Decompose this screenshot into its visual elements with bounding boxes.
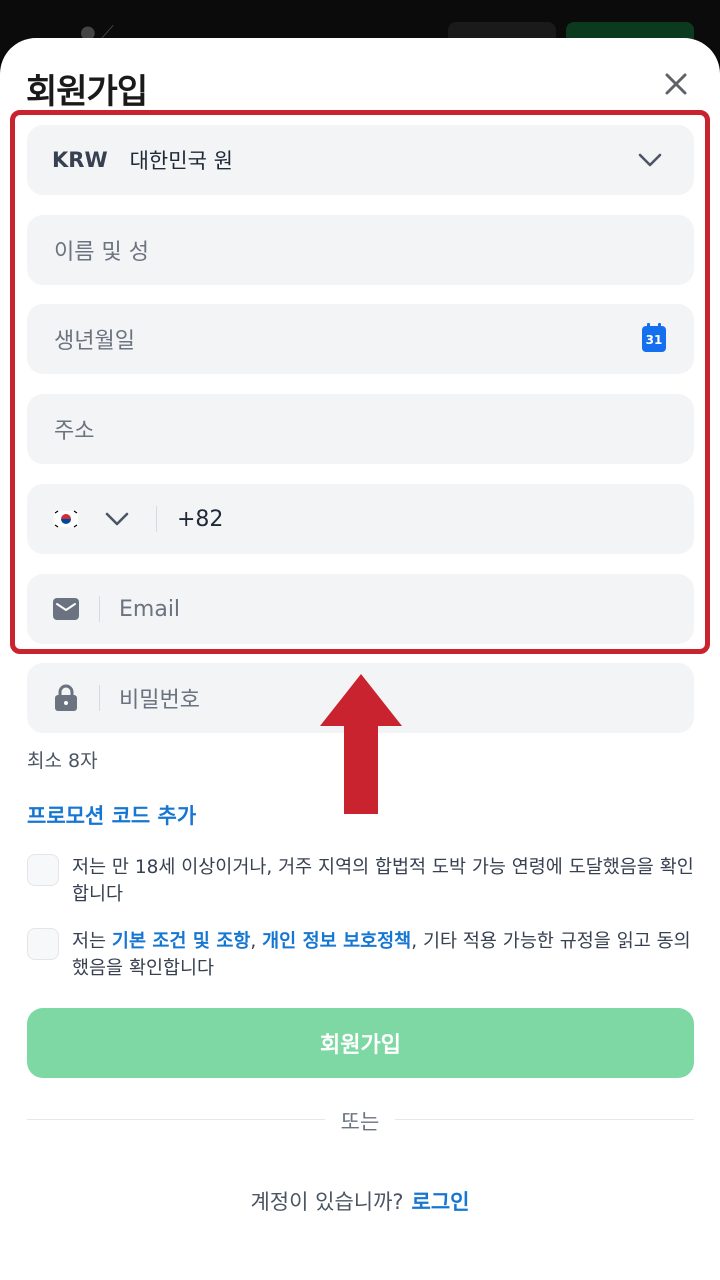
close-button[interactable]	[656, 64, 696, 104]
terms-comma-text: ,	[250, 931, 263, 952]
currency-code: KRW	[52, 148, 108, 172]
chevron-down-icon	[638, 153, 662, 167]
calendar-day: 31	[645, 333, 663, 347]
divider-line-right	[395, 1119, 694, 1120]
login-prompt: 계정이 있습니까? 로그인	[0, 1186, 720, 1216]
age-confirm-label: 저는 만 18세 이상이거나, 거주 지역의 합법적 도박 가능 연령에 도달했…	[72, 857, 694, 905]
envelope-icon	[53, 598, 79, 620]
lock-icon	[55, 684, 77, 711]
add-promo-code-link[interactable]: 프로모션 코드 추가	[27, 800, 196, 830]
address-field[interactable]: 주소	[27, 394, 694, 464]
email-divider	[99, 596, 100, 622]
privacy-policy-link[interactable]: 개인 정보 보호정책	[262, 931, 411, 952]
terms-confirm-label: 저는 기본 조건 및 조항, 개인 정보 보호정책, 기타 적용 가능한 규정을…	[72, 928, 694, 982]
divider-text: 또는	[340, 1110, 380, 1134]
birthdate-placeholder: 생년월일	[54, 329, 135, 354]
chevron-down-icon	[105, 512, 129, 526]
terms-prefix-text: 저는	[72, 931, 112, 952]
page-title: 회원가입	[26, 72, 148, 112]
email-placeholder: Email	[119, 596, 181, 622]
terms-confirm-checkbox[interactable]	[27, 928, 59, 960]
close-icon	[665, 73, 687, 95]
annotation-arrow-up-icon	[320, 674, 402, 814]
country-code-select[interactable]	[53, 510, 129, 528]
age-confirm-checkbox[interactable]	[27, 854, 59, 886]
age-confirm-row: 저는 만 18세 이상이거나, 거주 지역의 합법적 도박 가능 연령에 도달했…	[27, 854, 694, 908]
password-divider	[99, 685, 100, 711]
phone-prefix: +82	[177, 506, 224, 532]
phone-field[interactable]: +82	[27, 484, 694, 554]
full-name-placeholder: 이름 및 성	[54, 240, 149, 265]
login-link[interactable]: 로그인	[412, 1190, 470, 1214]
password-hint: 최소 8자	[27, 750, 98, 772]
divider-line-left	[27, 1119, 325, 1120]
signup-submit-button[interactable]: 회원가입	[27, 1008, 694, 1078]
currency-name: 대한민국 원	[129, 149, 233, 173]
login-question: 계정이 있습니까?	[250, 1190, 404, 1214]
email-field[interactable]: Email	[27, 574, 694, 644]
korea-flag-icon	[53, 510, 79, 528]
terms-and-conditions-link[interactable]: 기본 조건 및 조항	[112, 931, 250, 952]
phone-divider	[156, 506, 157, 532]
password-placeholder: 비밀번호	[119, 688, 200, 713]
calendar-icon[interactable]: 31	[642, 323, 666, 352]
full-name-field[interactable]: 이름 및 성	[27, 215, 694, 285]
currency-select[interactable]: KRW 대한민국 원	[27, 125, 694, 195]
address-placeholder: 주소	[54, 419, 95, 444]
terms-confirm-row: 저는 기본 조건 및 조항, 개인 정보 보호정책, 기타 적용 가능한 규정을…	[27, 928, 694, 982]
birthdate-field[interactable]: 생년월일 31	[27, 304, 694, 374]
